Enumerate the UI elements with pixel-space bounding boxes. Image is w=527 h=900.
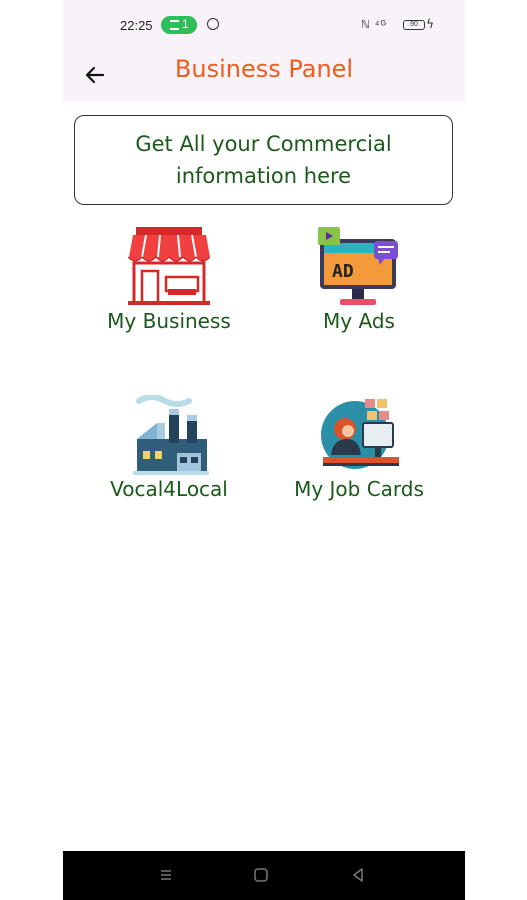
worker-desk-icon [321, 399, 399, 469]
tile-my-ads[interactable]: AD My Ads [269, 227, 449, 347]
tile-my-job-cards[interactable]: My Job Cards [269, 395, 449, 515]
battery-icon: 90 [403, 20, 425, 30]
app-bar: Business Panel [63, 50, 465, 102]
whatsapp-icon [207, 18, 219, 30]
status-bar: 22:25 1 ℕ ⁴ᴳ 90 ϟ [63, 0, 465, 50]
info-banner: Get All your Commercial information here [74, 115, 453, 205]
shop-icon [128, 227, 210, 305]
hourglass-icon [170, 20, 179, 30]
menu-nav-icon[interactable] [156, 865, 176, 885]
status-pill: 1 [161, 16, 197, 34]
tile-vocal4local[interactable]: Vocal4Local [79, 395, 259, 515]
system-nav-bar [63, 851, 465, 900]
back-nav-icon[interactable] [348, 865, 368, 885]
tile-label: Vocal4Local [110, 477, 228, 501]
factory-icon [133, 395, 209, 475]
ad-monitor-icon: AD [318, 227, 398, 305]
page-title: Business Panel [174, 55, 354, 83]
tile-label: My Business [107, 309, 231, 333]
status-pill-number: 1 [182, 17, 189, 31]
charging-icon: ϟ [426, 17, 434, 31]
home-nav-icon[interactable] [251, 865, 271, 885]
signal-icons: ℕ ⁴ᴳ [360, 19, 387, 31]
tile-my-business[interactable]: My Business [79, 227, 259, 347]
info-banner-text: Get All your Commercial information here [135, 132, 392, 188]
tile-label: My Ads [323, 309, 395, 333]
svg-text:AD: AD [332, 261, 354, 282]
phone-screen: 22:25 1 ℕ ⁴ᴳ 90 ϟ Business Panel Get All… [63, 0, 465, 900]
status-time: 22:25 [120, 18, 153, 33]
tile-label: My Job Cards [294, 477, 424, 501]
